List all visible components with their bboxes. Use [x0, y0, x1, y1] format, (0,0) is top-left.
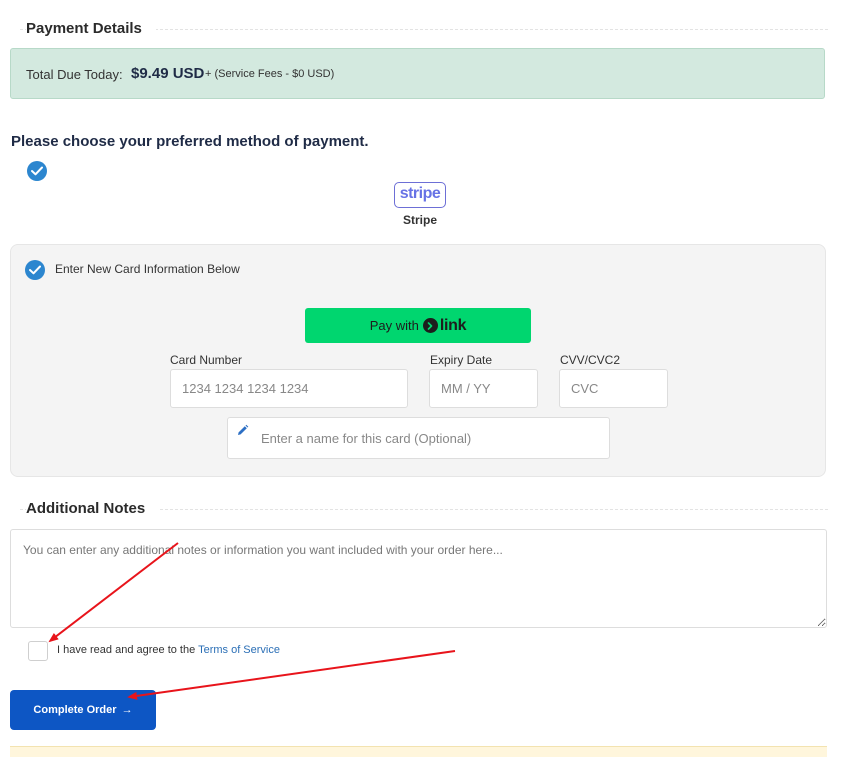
annotation-arrow-button [127, 650, 456, 700]
annotation-arrow-checkbox [48, 542, 179, 643]
annotation-arrows [48, 542, 456, 700]
